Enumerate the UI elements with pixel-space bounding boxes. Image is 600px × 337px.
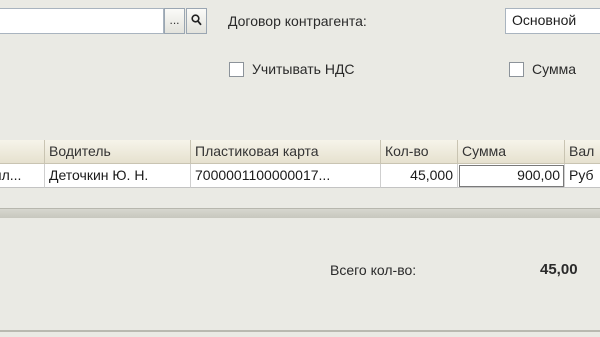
column-header-driver[interactable]: Водитель <box>45 140 191 164</box>
reference-input[interactable] <box>0 8 164 34</box>
vat-checkbox[interactable] <box>229 61 244 77</box>
cell-col0[interactable]: пл... <box>0 164 45 188</box>
cell-driver[interactable]: Деточкин Ю. Н. <box>45 164 191 188</box>
cell-currency[interactable]: Руб <box>565 164 600 188</box>
cell-sum[interactable]: 900,00 <box>458 164 565 188</box>
search-button[interactable] <box>186 8 207 34</box>
search-icon <box>191 14 202 29</box>
sum-checkbox-label: Сумма <box>532 61 576 77</box>
sum-checkbox[interactable] <box>509 61 524 77</box>
table-row[interactable]: пл... Деточкин Ю. Н. 7000001100000017...… <box>0 164 600 188</box>
column-header[interactable] <box>0 140 45 164</box>
column-header-sum[interactable]: Сумма <box>458 140 565 164</box>
column-header-card[interactable]: Пластиковая карта <box>191 140 381 164</box>
total-qty-label: Всего кол-во: <box>330 262 417 278</box>
vat-checkbox-label: Учитывать НДС <box>252 61 355 77</box>
column-header-currency[interactable]: Вал <box>565 140 600 164</box>
cell-card[interactable]: 7000001100000017... <box>191 164 381 188</box>
table-scrollbar[interactable] <box>0 208 600 218</box>
document-form: ... Договор контрагента: Основной Учитыв… <box>0 0 600 337</box>
contract-label: Договор контрагента: <box>228 13 367 29</box>
contract-input[interactable]: Основной <box>505 8 600 34</box>
select-button[interactable]: ... <box>164 8 185 34</box>
column-header-qty[interactable]: Кол-во <box>381 140 458 164</box>
items-table: Водитель Пластиковая карта Кол-во Сумма … <box>0 140 600 188</box>
vat-checkbox-row[interactable]: Учитывать НДС <box>229 61 355 77</box>
sum-checkbox-row[interactable]: Сумма <box>509 61 576 77</box>
cell-qty[interactable]: 45,000 <box>381 164 458 188</box>
divider <box>0 330 600 332</box>
total-qty-value: 45,00 <box>540 261 578 278</box>
table-header: Водитель Пластиковая карта Кол-во Сумма … <box>0 140 600 164</box>
